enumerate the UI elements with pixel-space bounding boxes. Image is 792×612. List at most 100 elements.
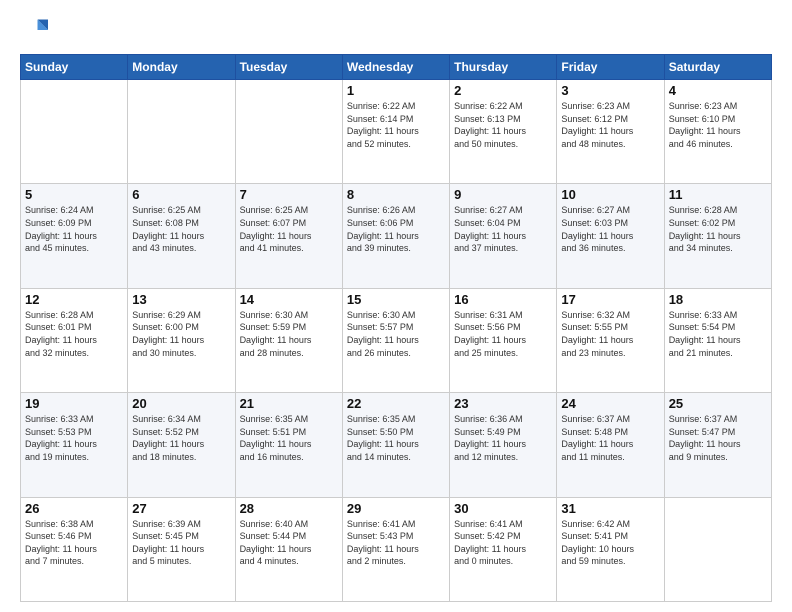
calendar-week-3: 12 Sunrise: 6:28 AM Sunset: 6:01 PM Dayli… xyxy=(21,288,772,392)
day-number: 5 xyxy=(25,187,123,202)
cell-info: Sunrise: 6:23 AM Sunset: 6:12 PM Dayligh… xyxy=(561,100,659,150)
calendar-body: 1Sunrise: 6:22 AM Sunset: 6:14 PM Daylig… xyxy=(21,80,772,602)
cell-info: Sunrise: 6:23 AM Sunset: 6:10 PM Dayligh… xyxy=(669,100,767,150)
day-number: 6 xyxy=(132,187,230,202)
calendar-week-5: 26 Sunrise: 6:38 AM Sunset: 5:46 PM Dayli… xyxy=(21,497,772,601)
logo-icon xyxy=(20,16,48,44)
day-number: 25 xyxy=(669,396,767,411)
calendar-cell: 6 Sunrise: 6:25 AM Sunset: 6:08 PM Daylig… xyxy=(128,184,235,288)
cell-info: Sunrise: 6:26 AM Sunset: 6:06 PM Dayligh… xyxy=(347,204,445,254)
day-number: 23 xyxy=(454,396,552,411)
day-number: 20 xyxy=(132,396,230,411)
day-number: 14 xyxy=(240,292,338,307)
cell-info: Sunrise: 6:22 AM Sunset: 6:14 PM Dayligh… xyxy=(347,100,445,150)
day-number: 16 xyxy=(454,292,552,307)
calendar-cell: 31Sunrise: 6:42 AM Sunset: 5:41 PM Dayli… xyxy=(557,497,664,601)
cell-info: Sunrise: 6:29 AM Sunset: 6:00 PM Dayligh… xyxy=(132,309,230,359)
calendar-cell: 11Sunrise: 6:28 AM Sunset: 6:02 PM Dayli… xyxy=(664,184,771,288)
day-number: 26 xyxy=(25,501,123,516)
calendar-week-1: 1Sunrise: 6:22 AM Sunset: 6:14 PM Daylig… xyxy=(21,80,772,184)
day-number: 30 xyxy=(454,501,552,516)
calendar-cell: 1Sunrise: 6:22 AM Sunset: 6:14 PM Daylig… xyxy=(342,80,449,184)
cell-info: Sunrise: 6:22 AM Sunset: 6:13 PM Dayligh… xyxy=(454,100,552,150)
day-number: 8 xyxy=(347,187,445,202)
calendar-cell: 24 Sunrise: 6:37 AM Sunset: 5:48 PM Dayli… xyxy=(557,393,664,497)
calendar-week-4: 19Sunrise: 6:33 AM Sunset: 5:53 PM Dayli… xyxy=(21,393,772,497)
day-number: 22 xyxy=(347,396,445,411)
day-number: 11 xyxy=(669,187,767,202)
calendar-cell: 26 Sunrise: 6:38 AM Sunset: 5:46 PM Dayli… xyxy=(21,497,128,601)
day-number: 12 xyxy=(25,292,123,307)
cell-info: Sunrise: 6:25 AM Sunset: 6:07 PM Dayligh… xyxy=(240,204,338,254)
cell-info: Sunrise: 6:33 AM Sunset: 5:54 PM Dayligh… xyxy=(669,309,767,359)
calendar-table: SundayMondayTuesdayWednesdayThursdayFrid… xyxy=(20,54,772,602)
calendar-cell: 12 Sunrise: 6:28 AM Sunset: 6:01 PM Dayli… xyxy=(21,288,128,392)
cell-info: Sunrise: 6:30 AM Sunset: 5:57 PM Dayligh… xyxy=(347,309,445,359)
cell-info: Sunrise: 6:32 AM Sunset: 5:55 PM Dayligh… xyxy=(561,309,659,359)
day-number: 19 xyxy=(25,396,123,411)
weekday-header-thursday: Thursday xyxy=(450,55,557,80)
weekday-header-row: SundayMondayTuesdayWednesdayThursdayFrid… xyxy=(21,55,772,80)
cell-info: Sunrise: 6:38 AM Sunset: 5:46 PM Dayligh… xyxy=(25,518,123,568)
calendar-cell: 27 Sunrise: 6:39 AM Sunset: 5:45 PM Dayli… xyxy=(128,497,235,601)
calendar-cell: 16 Sunrise: 6:31 AM Sunset: 5:56 PM Dayli… xyxy=(450,288,557,392)
day-number: 17 xyxy=(561,292,659,307)
cell-info: Sunrise: 6:30 AM Sunset: 5:59 PM Dayligh… xyxy=(240,309,338,359)
cell-info: Sunrise: 6:34 AM Sunset: 5:52 PM Dayligh… xyxy=(132,413,230,463)
day-number: 7 xyxy=(240,187,338,202)
cell-info: Sunrise: 6:31 AM Sunset: 5:56 PM Dayligh… xyxy=(454,309,552,359)
day-number: 24 xyxy=(561,396,659,411)
calendar-cell: 14 Sunrise: 6:30 AM Sunset: 5:59 PM Dayli… xyxy=(235,288,342,392)
day-number: 28 xyxy=(240,501,338,516)
calendar-cell: 15Sunrise: 6:30 AM Sunset: 5:57 PM Dayli… xyxy=(342,288,449,392)
calendar-cell: 10 Sunrise: 6:27 AM Sunset: 6:03 PM Dayli… xyxy=(557,184,664,288)
calendar-cell: 7 Sunrise: 6:25 AM Sunset: 6:07 PM Daylig… xyxy=(235,184,342,288)
calendar-cell: 18 Sunrise: 6:33 AM Sunset: 5:54 PM Dayli… xyxy=(664,288,771,392)
calendar-header: SundayMondayTuesdayWednesdayThursdayFrid… xyxy=(21,55,772,80)
calendar-cell: 5 Sunrise: 6:24 AM Sunset: 6:09 PM Daylig… xyxy=(21,184,128,288)
cell-info: Sunrise: 6:37 AM Sunset: 5:48 PM Dayligh… xyxy=(561,413,659,463)
calendar-cell: 8 Sunrise: 6:26 AM Sunset: 6:06 PM Daylig… xyxy=(342,184,449,288)
page: SundayMondayTuesdayWednesdayThursdayFrid… xyxy=(0,0,792,612)
cell-info: Sunrise: 6:27 AM Sunset: 6:04 PM Dayligh… xyxy=(454,204,552,254)
calendar-cell: 13 Sunrise: 6:29 AM Sunset: 6:00 PM Dayli… xyxy=(128,288,235,392)
header xyxy=(20,16,772,44)
cell-info: Sunrise: 6:24 AM Sunset: 6:09 PM Dayligh… xyxy=(25,204,123,254)
calendar-cell: 28 Sunrise: 6:40 AM Sunset: 5:44 PM Dayli… xyxy=(235,497,342,601)
calendar-cell: 4Sunrise: 6:23 AM Sunset: 6:10 PM Daylig… xyxy=(664,80,771,184)
weekday-header-friday: Friday xyxy=(557,55,664,80)
cell-info: Sunrise: 6:41 AM Sunset: 5:42 PM Dayligh… xyxy=(454,518,552,568)
day-number: 2 xyxy=(454,83,552,98)
day-number: 13 xyxy=(132,292,230,307)
calendar-cell: 30 Sunrise: 6:41 AM Sunset: 5:42 PM Dayli… xyxy=(450,497,557,601)
calendar-cell xyxy=(128,80,235,184)
calendar-cell: 2 Sunrise: 6:22 AM Sunset: 6:13 PM Daylig… xyxy=(450,80,557,184)
day-number: 18 xyxy=(669,292,767,307)
calendar-cell xyxy=(235,80,342,184)
day-number: 10 xyxy=(561,187,659,202)
calendar-cell xyxy=(21,80,128,184)
day-number: 29 xyxy=(347,501,445,516)
cell-info: Sunrise: 6:39 AM Sunset: 5:45 PM Dayligh… xyxy=(132,518,230,568)
day-number: 27 xyxy=(132,501,230,516)
cell-info: Sunrise: 6:35 AM Sunset: 5:51 PM Dayligh… xyxy=(240,413,338,463)
calendar-cell: 20 Sunrise: 6:34 AM Sunset: 5:52 PM Dayli… xyxy=(128,393,235,497)
calendar-cell xyxy=(664,497,771,601)
weekday-header-sunday: Sunday xyxy=(21,55,128,80)
day-number: 9 xyxy=(454,187,552,202)
calendar-cell: 17 Sunrise: 6:32 AM Sunset: 5:55 PM Dayli… xyxy=(557,288,664,392)
cell-info: Sunrise: 6:40 AM Sunset: 5:44 PM Dayligh… xyxy=(240,518,338,568)
cell-info: Sunrise: 6:28 AM Sunset: 6:01 PM Dayligh… xyxy=(25,309,123,359)
calendar-cell: 23Sunrise: 6:36 AM Sunset: 5:49 PM Dayli… xyxy=(450,393,557,497)
cell-info: Sunrise: 6:25 AM Sunset: 6:08 PM Dayligh… xyxy=(132,204,230,254)
calendar-cell: 3Sunrise: 6:23 AM Sunset: 6:12 PM Daylig… xyxy=(557,80,664,184)
calendar-cell: 9 Sunrise: 6:27 AM Sunset: 6:04 PM Daylig… xyxy=(450,184,557,288)
cell-info: Sunrise: 6:41 AM Sunset: 5:43 PM Dayligh… xyxy=(347,518,445,568)
logo xyxy=(20,16,52,44)
calendar-cell: 19Sunrise: 6:33 AM Sunset: 5:53 PM Dayli… xyxy=(21,393,128,497)
calendar-cell: 25Sunrise: 6:37 AM Sunset: 5:47 PM Dayli… xyxy=(664,393,771,497)
cell-info: Sunrise: 6:27 AM Sunset: 6:03 PM Dayligh… xyxy=(561,204,659,254)
weekday-header-saturday: Saturday xyxy=(664,55,771,80)
day-number: 31 xyxy=(561,501,659,516)
weekday-header-tuesday: Tuesday xyxy=(235,55,342,80)
